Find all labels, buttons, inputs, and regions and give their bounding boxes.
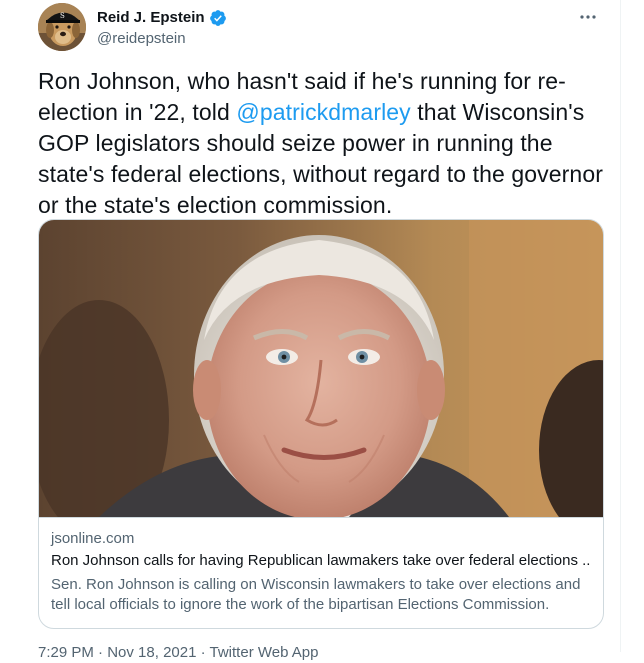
avatar-image: S — [38, 3, 86, 51]
tweet-source[interactable]: Twitter Web App — [210, 644, 319, 661]
card-description: Sen. Ron Johnson is calling on Wisconsin… — [51, 576, 581, 613]
tweet-time[interactable]: 7:29 PM — [38, 644, 94, 661]
portrait-photo — [39, 220, 603, 517]
link-preview-card[interactable]: jsonline.com Ron Johnson calls for havin… — [38, 219, 604, 629]
tweet-metadata: 7:29 PM · Nov 18, 2021 · Twitter Web App — [38, 643, 318, 663]
more-horizontal-icon — [580, 15, 596, 19]
meta-separator: · — [196, 644, 210, 661]
more-options-button[interactable] — [574, 5, 602, 29]
svg-text:S: S — [60, 12, 65, 20]
author-info: Reid J. Epstein @reidepstein — [97, 8, 227, 49]
display-name-row: Reid J. Epstein — [97, 8, 227, 28]
tweet: S Reid J. Epstein @reidepstein Ron Johns… — [0, 0, 621, 661]
author-handle[interactable]: @reidepstein — [97, 29, 227, 49]
card-image — [39, 220, 603, 518]
display-name[interactable]: Reid J. Epstein — [97, 8, 205, 28]
verified-badge-icon — [209, 9, 227, 27]
tweet-header: S Reid J. Epstein @reidepstein — [38, 3, 604, 53]
meta-separator: · — [93, 644, 108, 661]
avatar[interactable]: S — [38, 3, 86, 51]
tweet-date[interactable]: Nov 18, 2021 — [107, 644, 196, 661]
tweet-text: Ron Johnson, who hasn't said if he's run… — [38, 66, 608, 221]
card-domain: jsonline.com — [51, 530, 135, 547]
card-title: Ron Johnson calls for having Republican … — [51, 552, 591, 569]
mention-link[interactable]: @patrickdmarley — [236, 99, 410, 125]
card-body: jsonline.com Ron Johnson calls for havin… — [51, 529, 591, 615]
